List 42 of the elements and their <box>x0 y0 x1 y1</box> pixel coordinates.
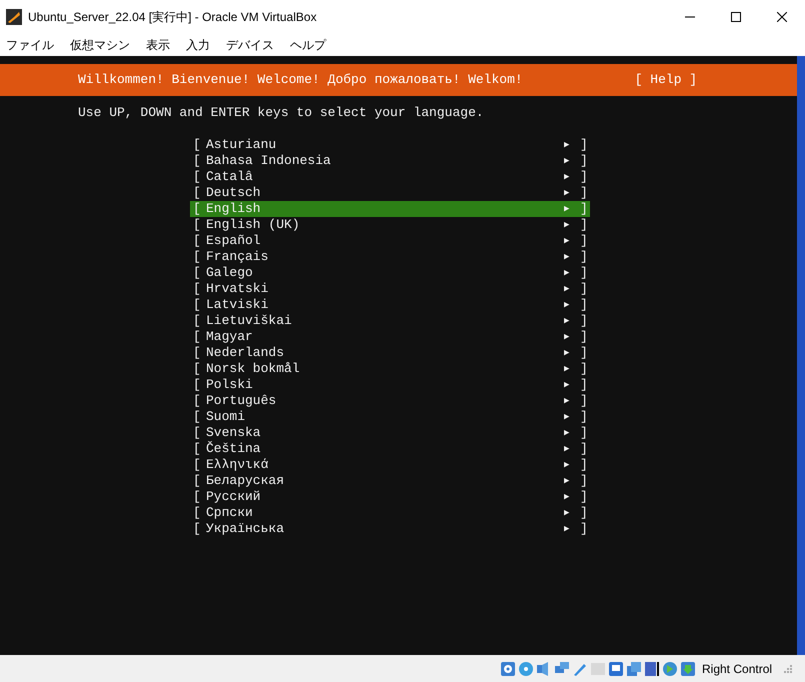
language-option[interactable]: [ English ▶ ] <box>190 201 590 217</box>
optical-disc-icon[interactable] <box>518 660 534 676</box>
language-option[interactable]: [ Українська ▶ ] <box>190 521 590 537</box>
app-logo-icon <box>6 9 22 25</box>
language-option[interactable]: [ Русский ▶ ] <box>190 489 590 505</box>
language-option[interactable]: [ Asturianu ▶ ] <box>190 137 590 153</box>
welcome-heading: Willkommen! Bienvenue! Welcome! Добро пожаловать! Welkom! <box>78 72 523 88</box>
language-option[interactable]: [ Catalâ ▶ ] <box>190 169 590 185</box>
help-button[interactable]: [ Help ] <box>634 72 698 88</box>
menu-item[interactable]: 仮想マシン <box>70 36 130 54</box>
language-option[interactable]: [ Magyar ▶ ] <box>190 329 590 345</box>
language-option[interactable]: [ Norsk bokmål ▶ ] <box>190 361 590 377</box>
language-option[interactable]: [ Čeština ▶ ] <box>190 441 590 457</box>
window-title: Ubuntu_Server_22.04 [実行中] - Oracle VM VirtualBox <box>28 9 317 26</box>
language-option[interactable]: [ Português ▶ ] <box>190 393 590 409</box>
language-option[interactable]: [ Suomi ▶ ] <box>190 409 590 425</box>
language-option[interactable]: [ Српски ▶ ] <box>190 505 590 521</box>
language-option[interactable]: [ Svenska ▶ ] <box>190 425 590 441</box>
menu-item[interactable]: ファイル <box>6 36 54 54</box>
display-icon[interactable] <box>608 660 624 676</box>
language-option[interactable]: [ Español ▶ ] <box>190 233 590 249</box>
language-option[interactable]: [ Беларуская ▶ ] <box>190 473 590 489</box>
close-icon <box>777 12 787 22</box>
language-option[interactable]: [ Latviski ▶ ] <box>190 297 590 313</box>
instruction-text: Use UP, DOWN and ENTER keys to select your language. <box>77 105 485 121</box>
language-option[interactable]: [ Français ▶ ] <box>190 249 590 265</box>
language-option[interactable]: [ Polski ▶ ] <box>190 377 590 393</box>
language-option[interactable]: [ Deutsch ▶ ] <box>190 185 590 201</box>
resize-grip-icon <box>784 664 792 672</box>
menu-item[interactable]: 表示 <box>146 36 170 54</box>
language-option[interactable]: [ Hrvatski ▶ ] <box>190 281 590 297</box>
language-option[interactable]: [ Galego ▶ ] <box>190 265 590 281</box>
menu-item[interactable]: デバイス <box>226 36 274 54</box>
menu-item[interactable]: 入力 <box>186 36 210 54</box>
language-option[interactable]: [ Ελληνικά ▶ ] <box>190 457 590 473</box>
maximize-icon <box>731 12 741 22</box>
language-option[interactable]: [ English (UK) ▶ ] <box>190 217 590 233</box>
menu-item[interactable]: ヘルプ <box>290 36 326 54</box>
language-option[interactable]: [ Bahasa Indonesia ▶ ] <box>190 153 590 169</box>
language-option[interactable]: [ Lietuviškai ▶ ] <box>190 313 590 329</box>
host-key-label: Right Control <box>702 660 772 678</box>
language-option[interactable]: [ Nederlands ▶ ] <box>190 345 590 361</box>
